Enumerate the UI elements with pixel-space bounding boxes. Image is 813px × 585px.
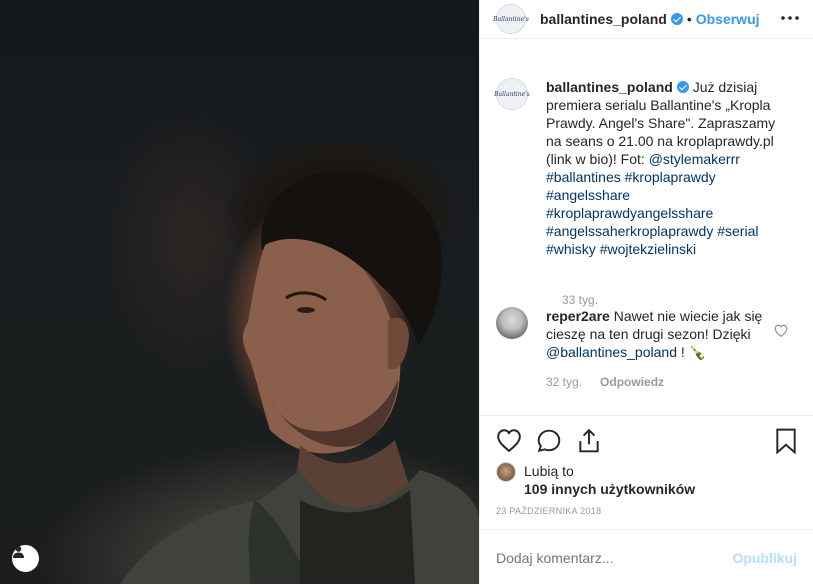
caption-text: ballantines_poland Już dzisiaj premiera …	[546, 78, 784, 258]
add-comment-input[interactable]	[496, 550, 716, 566]
comment-text: reper2are Nawet nie wiecie jak się ciesz…	[546, 307, 776, 361]
hashtag[interactable]: #serial	[717, 223, 758, 239]
likes-count[interactable]: 109 innych użytkowników	[524, 481, 695, 497]
photo-illustration	[120, 171, 479, 584]
instagram-post-modal: Ballantine's ballantines_poland • Obserw…	[0, 0, 813, 584]
caption-username[interactable]: ballantines_poland	[546, 79, 673, 95]
like-heart-icon[interactable]	[496, 428, 522, 455]
comment-time[interactable]: 32 tyg.	[546, 375, 582, 389]
reply-button[interactable]: Odpowiedz	[600, 375, 664, 389]
comment-username[interactable]: reper2are	[546, 308, 610, 324]
follow-button[interactable]: Obserwuj	[696, 11, 760, 27]
comments-scroll-area[interactable]: Ballantine's ballantines_poland Już dzis…	[480, 58, 813, 416]
comment-like-heart-icon[interactable]	[774, 324, 788, 340]
publish-button[interactable]: Opublikuj	[732, 550, 797, 566]
caption-avatar[interactable]: Ballantine's	[494, 78, 530, 110]
hashtag[interactable]: #wojtekzielinski	[600, 241, 696, 257]
verified-badge-icon	[676, 81, 689, 93]
liker-avatar[interactable]	[496, 462, 516, 482]
header-username[interactable]: ballantines_poland	[540, 11, 667, 27]
hashtag[interactable]: #kroplaprawdy	[625, 169, 716, 185]
post-header: Ballantine's ballantines_poland • Obserw…	[480, 0, 813, 39]
post-actions	[496, 428, 797, 457]
comment-meta: 32 tyg. Odpowiedz	[546, 375, 664, 389]
hashtag[interactable]: #kroplaprawdyangelsshare	[546, 205, 713, 221]
tagged-users-button[interactable]	[12, 545, 39, 572]
share-upload-icon[interactable]	[576, 428, 602, 457]
brand-logo-text: Ballantine's	[494, 90, 530, 98]
separator-dot: •	[686, 11, 692, 27]
profile-avatar[interactable]: Ballantine's	[493, 4, 529, 34]
comment-avatar[interactable]	[496, 307, 528, 339]
comment-mention[interactable]: @ballantines_poland	[546, 344, 677, 360]
hashtag[interactable]: #whisky	[546, 241, 596, 257]
post-date[interactable]: 23 PAŹDZIERNIKA 2018	[496, 506, 601, 516]
verified-badge-icon	[670, 13, 683, 25]
post-photo[interactable]	[0, 0, 479, 584]
hashtag[interactable]: #angelssaherkroplaprawdy	[546, 223, 713, 239]
post-details-panel: Ballantine's ballantines_poland • Obserw…	[479, 0, 813, 584]
caption-mention[interactable]: @stylemakerrr	[649, 151, 740, 167]
hashtag[interactable]: #ballantines	[546, 169, 621, 185]
liked-by-label: Lubią to	[524, 463, 574, 479]
brand-logo-text: Ballantine's	[493, 15, 529, 23]
caption-time[interactable]: 33 tyg.	[562, 293, 598, 307]
user-icon	[13, 546, 24, 558]
save-bookmark-icon[interactable]	[775, 428, 797, 457]
hashtag[interactable]: #angelsshare	[546, 187, 630, 203]
add-comment-bar: Opublikuj	[480, 529, 813, 585]
more-horizontal-icon[interactable]	[781, 8, 799, 26]
comment-bubble-icon[interactable]	[536, 428, 562, 457]
comment-suffix: ! 🍾	[676, 344, 707, 360]
